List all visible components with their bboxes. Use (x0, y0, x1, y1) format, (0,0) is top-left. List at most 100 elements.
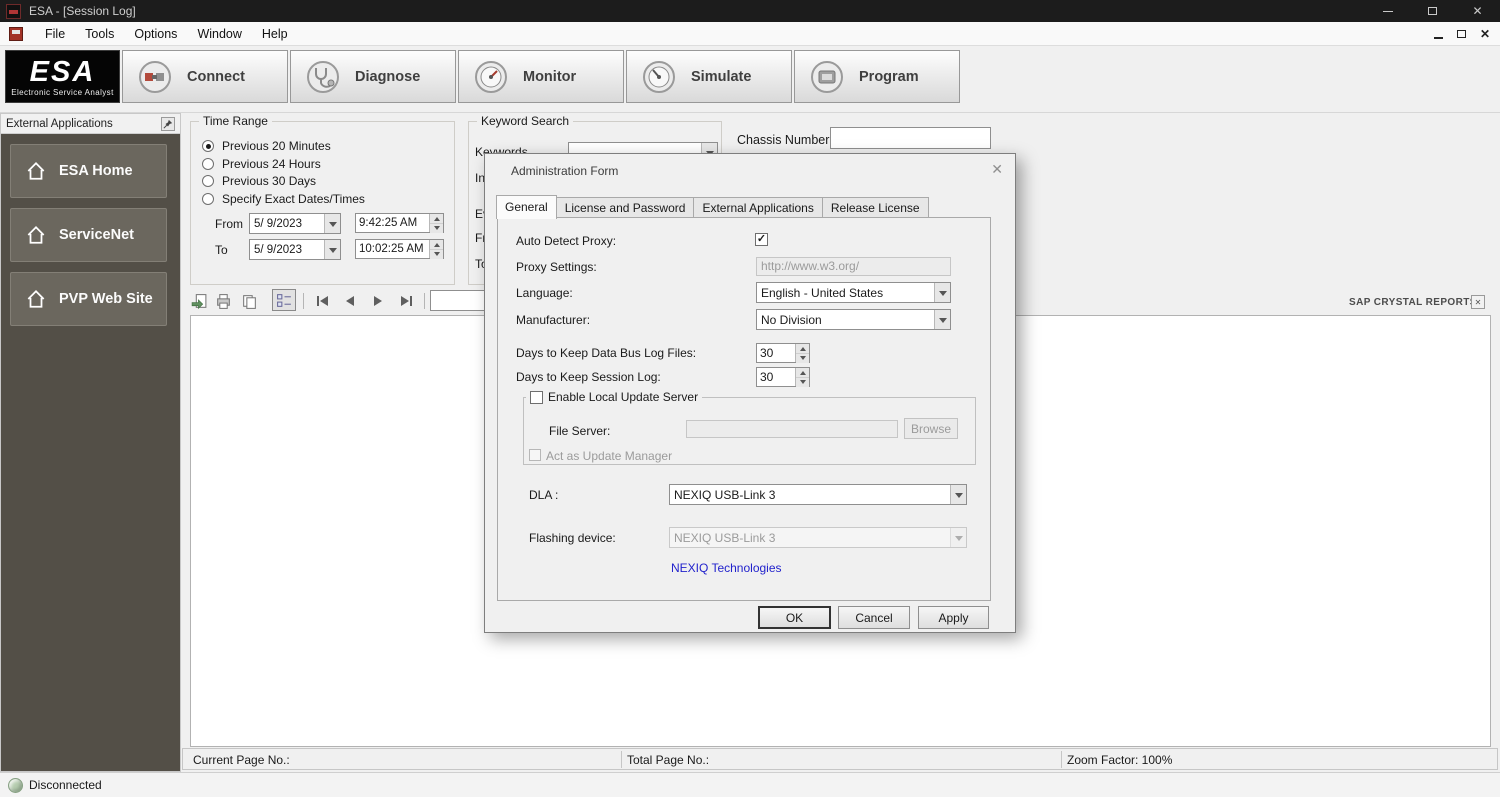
radio-previous-20-minutes[interactable]: Previous 20 Minutes (202, 139, 331, 153)
menu-help[interactable]: Help (252, 25, 298, 43)
browse-button[interactable]: Browse (904, 418, 958, 439)
app-statusbar: Disconnected (0, 772, 1500, 797)
toolbar-separator (303, 293, 304, 309)
current-page-label: Current Page No.: (193, 753, 290, 767)
close-icon: ✕ (1472, 5, 1482, 17)
dla-label: DLA : (529, 488, 558, 502)
connect-button[interactable]: Connect (122, 50, 288, 103)
radio-icon (202, 158, 214, 170)
chevron-down-icon (324, 214, 340, 233)
close-button[interactable]: ✕ (1455, 0, 1500, 22)
export-button[interactable] (189, 291, 209, 311)
sidebar-item-servicenet[interactable]: ServiceNet (10, 208, 167, 262)
diagnose-icon (305, 59, 341, 95)
mdi-minimize-button[interactable] (1434, 37, 1443, 39)
spin-up-icon[interactable] (796, 368, 809, 378)
from-date-picker[interactable]: 5/ 9/2023 (249, 213, 341, 234)
days-data-bus-spinner[interactable]: 30 (756, 343, 810, 363)
to-label: To (215, 243, 228, 257)
diagnose-button[interactable]: Diagnose (290, 50, 456, 103)
tab-external-applications[interactable]: External Applications (693, 197, 822, 218)
dla-dropdown[interactable]: NEXIQ USB-Link 3 (669, 484, 967, 505)
tab-general[interactable]: General (496, 195, 557, 219)
to-date-picker[interactable]: 5/ 9/2023 (249, 239, 341, 260)
menu-file[interactable]: File (35, 25, 75, 43)
sidebar-item-esa-home[interactable]: ESA Home (10, 144, 167, 198)
time-range-group: Time Range Previous 20 Minutes Previous … (190, 121, 455, 285)
sidebar-item-pvp-web-site[interactable]: PVP Web Site (10, 272, 167, 326)
monitor-icon (473, 59, 509, 95)
file-server-label: File Server: (549, 424, 610, 438)
crystal-reports-brand: SAP CRYSTAL REPORTS® (1349, 297, 1485, 308)
next-page-button[interactable] (366, 291, 390, 311)
radio-previous-30-days[interactable]: Previous 30 Days (202, 174, 316, 188)
menu-window[interactable]: Window (187, 25, 251, 43)
program-icon (809, 59, 845, 95)
first-page-button[interactable] (310, 291, 334, 311)
previous-page-button[interactable] (338, 291, 362, 311)
cancel-button[interactable]: Cancel (838, 606, 910, 629)
manufacturer-label: Manufacturer: (516, 313, 590, 327)
manufacturer-dropdown[interactable]: No Division (756, 309, 951, 330)
last-page-button[interactable] (394, 291, 418, 311)
report-statusbar: Current Page No.: Total Page No.: Zoom F… (182, 748, 1498, 770)
apply-button[interactable]: Apply (918, 606, 989, 629)
mdi-close-button[interactable]: ✕ (1480, 27, 1490, 41)
main-toolbar: ESA Electronic Service Analyst Connect D… (0, 46, 1500, 113)
spin-down-icon[interactable] (796, 354, 809, 363)
mdi-restore-button[interactable] (1457, 30, 1466, 38)
radio-icon (202, 193, 214, 205)
spin-down-icon[interactable] (430, 250, 443, 259)
spin-down-icon[interactable] (430, 224, 443, 233)
enable-local-update-checkbox[interactable] (530, 391, 543, 404)
program-button[interactable]: Program (794, 50, 960, 103)
print-button[interactable] (213, 291, 233, 311)
copy-button[interactable] (239, 291, 259, 311)
menu-options[interactable]: Options (124, 25, 187, 43)
chevron-down-icon (324, 240, 340, 259)
from-time-spinner[interactable]: 9:42:25 AM (355, 213, 444, 233)
flashing-device-label: Flashing device: (529, 531, 616, 545)
toggle-group-tree-button[interactable] (272, 289, 296, 311)
days-session-spinner[interactable]: 30 (756, 367, 810, 387)
act-update-manager-label: Act as Update Manager (546, 449, 672, 463)
ok-button[interactable]: OK (758, 606, 831, 629)
from-label: From (215, 217, 243, 231)
language-dropdown[interactable]: English - United States (756, 282, 951, 303)
spin-up-icon[interactable] (430, 214, 443, 224)
home-icon (25, 224, 47, 246)
zoom-factor-label: Zoom Factor: 100% (1067, 753, 1172, 767)
dialog-close-button[interactable]: ✕ (991, 162, 1003, 176)
tab-release-license[interactable]: Release License (822, 197, 929, 218)
minimize-button[interactable] (1365, 0, 1410, 22)
language-label: Language: (516, 286, 573, 300)
simulate-button[interactable]: Simulate (626, 50, 792, 103)
radio-previous-24-hours[interactable]: Previous 24 Hours (202, 157, 321, 171)
act-update-manager-checkbox[interactable] (529, 449, 541, 461)
chassis-number-input[interactable] (830, 127, 991, 149)
nexiq-technologies-link[interactable]: NEXIQ Technologies (671, 561, 782, 575)
chevron-down-icon (934, 283, 950, 302)
menubar: File Tools Options Window Help ✕ (0, 22, 1500, 46)
days-data-bus-label: Days to Keep Data Bus Log Files: (516, 346, 696, 360)
spin-up-icon[interactable] (430, 240, 443, 250)
spin-up-icon[interactable] (796, 344, 809, 354)
radio-specify-exact-dates[interactable]: Specify Exact Dates/Times (202, 192, 365, 206)
auto-detect-proxy-checkbox[interactable] (755, 233, 768, 246)
copy-icon (241, 293, 258, 310)
sidebar-title: External Applications (6, 118, 113, 130)
proxy-settings-label: Proxy Settings: (516, 260, 597, 274)
to-time-spinner[interactable]: 10:02:25 AM (355, 239, 444, 259)
last-page-icon (401, 296, 409, 306)
pin-button[interactable] (161, 117, 175, 131)
crystal-close-button[interactable]: ✕ (1471, 295, 1485, 309)
first-page-icon (317, 296, 319, 306)
restore-button[interactable] (1410, 0, 1455, 22)
total-page-label: Total Page No.: (627, 753, 709, 767)
monitor-button[interactable]: Monitor (458, 50, 624, 103)
dialog-tabs: General License and Password External Ap… (496, 194, 928, 218)
external-applications-panel: External Applications ESA Home ServiceNe… (0, 113, 181, 772)
spin-down-icon[interactable] (796, 378, 809, 387)
menu-tools[interactable]: Tools (75, 25, 124, 43)
tab-license-and-password[interactable]: License and Password (556, 197, 695, 218)
